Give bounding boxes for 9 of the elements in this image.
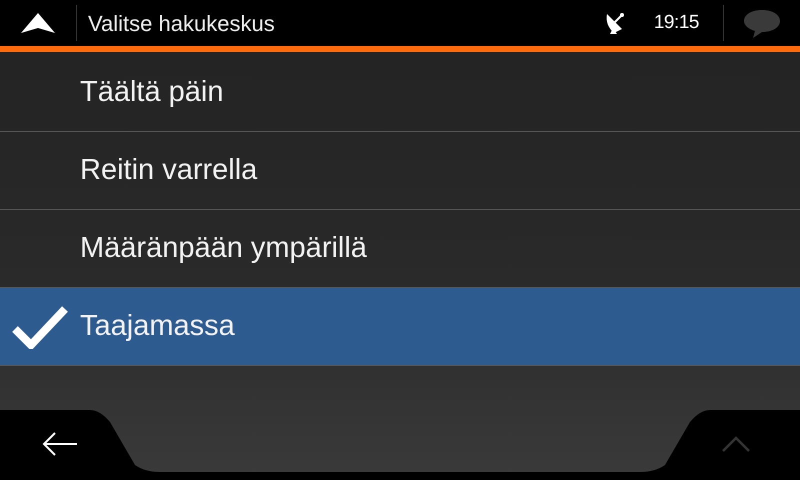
caret-up-icon — [721, 436, 751, 452]
satellite-dish-icon — [604, 11, 626, 35]
back-arrow-icon — [42, 431, 78, 457]
list-option[interactable]: Reitin varrella — [0, 132, 800, 210]
clock-time: 19:15 — [654, 10, 699, 35]
list-option[interactable]: Taajamassa — [0, 288, 800, 366]
screen-title: Valitse hakukeskus — [88, 10, 275, 38]
checkmark-icon — [12, 304, 68, 348]
list-option[interactable]: Täältä päin — [0, 54, 800, 132]
